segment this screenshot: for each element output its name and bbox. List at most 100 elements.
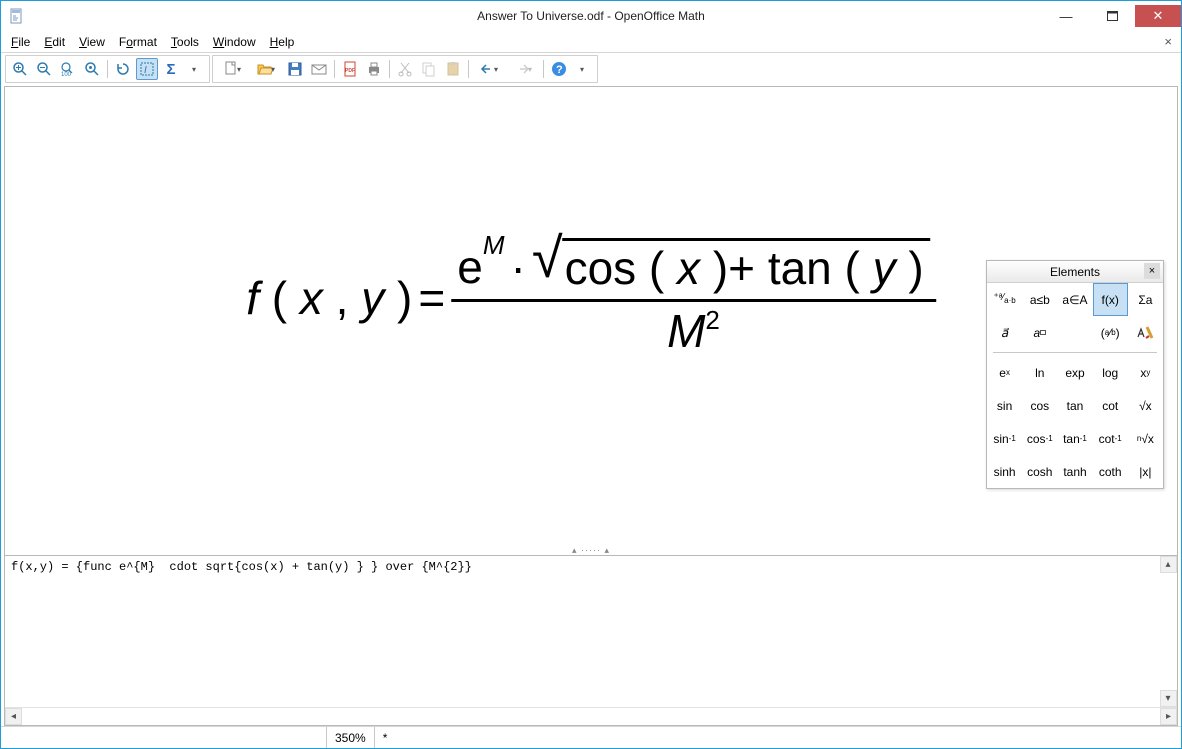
elements-panel[interactable]: Elements × ⁺ᵃ⁄a·b a≤b a∈A f(x) Σa a⃗ a (… bbox=[986, 260, 1164, 489]
zoom-toolbar: 100 I Σ ▾ bbox=[5, 55, 210, 83]
svg-text:100: 100 bbox=[61, 72, 72, 77]
titlebar: Answer To Universe.odf - OpenOffice Math… bbox=[1, 1, 1181, 31]
func-tanh[interactable]: tanh bbox=[1057, 455, 1092, 488]
autorefresh-button[interactable]: I bbox=[136, 58, 158, 80]
sqrt: √ cos ( x )+ tan ( y ) bbox=[532, 238, 930, 297]
func-sinh[interactable]: sinh bbox=[987, 455, 1022, 488]
modified-indicator: * bbox=[374, 727, 396, 748]
save-button[interactable] bbox=[284, 58, 306, 80]
func-sqrt[interactable]: √x bbox=[1128, 389, 1163, 422]
func-power[interactable]: xy bbox=[1128, 356, 1163, 389]
scroll-up-button[interactable]: ▴ bbox=[1160, 556, 1177, 573]
cat-functions[interactable]: f(x) bbox=[1093, 283, 1128, 316]
menu-tools[interactable]: Tools bbox=[164, 33, 206, 51]
cat-set-ops[interactable]: a∈A bbox=[1057, 283, 1092, 316]
func-ln[interactable]: ln bbox=[1022, 356, 1057, 389]
elements-panel-title[interactable]: Elements × bbox=[987, 261, 1163, 283]
help-button[interactable]: ? bbox=[548, 58, 570, 80]
exp-M: M bbox=[483, 230, 505, 261]
separator bbox=[468, 60, 469, 78]
menu-help[interactable]: Help bbox=[263, 33, 302, 51]
zoom-level[interactable]: 350% bbox=[326, 727, 374, 748]
func-acot[interactable]: cot-1 bbox=[1093, 422, 1128, 455]
horizontal-scrollbar[interactable]: ◂ ▸ bbox=[5, 707, 1177, 725]
cdot: · bbox=[511, 240, 526, 294]
zoom-out-button[interactable] bbox=[33, 58, 55, 80]
func-acos[interactable]: cos-1 bbox=[1022, 422, 1057, 455]
zoom-100-button[interactable]: 100 bbox=[57, 58, 79, 80]
menu-file[interactable]: File bbox=[4, 33, 37, 51]
file-toolbar: ▾ ▾ PDF ▾ ▾ ? ▾ bbox=[212, 55, 598, 83]
func-cos[interactable]: cos bbox=[1022, 389, 1057, 422]
denominator: M2 bbox=[661, 302, 726, 360]
separator bbox=[543, 60, 544, 78]
vertical-scrollbar[interactable]: ▴ ▾ bbox=[1159, 556, 1177, 707]
formula-code-input[interactable]: f(x,y) = {func e^{M} cdot sqrt{cos(x) + … bbox=[5, 556, 1177, 707]
code-pane: f(x,y) = {func e^{M} cdot sqrt{cos(x) + … bbox=[5, 555, 1177, 725]
func-exp-e[interactable]: ex bbox=[987, 356, 1022, 389]
window-title: Answer To Universe.odf - OpenOffice Math bbox=[1, 9, 1181, 23]
cat-relations[interactable]: a≤b bbox=[1022, 283, 1057, 316]
elements-close-button[interactable]: × bbox=[1144, 263, 1160, 279]
pane-splitter[interactable]: ▴ ····· ▴ bbox=[5, 545, 1177, 555]
rendered-formula: f ( x , y ) = eM · √ cos ( x )+ tan ( y … bbox=[246, 236, 936, 360]
refresh-button[interactable] bbox=[112, 58, 134, 80]
redo-button[interactable]: ▾ bbox=[507, 58, 539, 80]
cat-others[interactable] bbox=[1128, 316, 1163, 349]
func-abs[interactable]: |x| bbox=[1128, 455, 1163, 488]
help-dropdown[interactable]: ▾ bbox=[572, 58, 594, 80]
new-button[interactable]: ▾ bbox=[216, 58, 248, 80]
menubar: File Edit View Format Tools Window Help … bbox=[1, 31, 1181, 53]
svg-text:PDF: PDF bbox=[345, 68, 355, 74]
separator bbox=[389, 60, 390, 78]
statusbar: 350% * bbox=[1, 726, 1181, 748]
scroll-right-button[interactable]: ▸ bbox=[1160, 708, 1177, 725]
maximize-button[interactable] bbox=[1089, 5, 1135, 27]
elements-button[interactable]: Σ bbox=[160, 58, 182, 80]
mail-button[interactable] bbox=[308, 58, 330, 80]
app-icon bbox=[9, 8, 25, 24]
func-nroot[interactable]: n√x bbox=[1128, 422, 1163, 455]
cat-brackets[interactable]: a bbox=[1022, 316, 1057, 349]
menu-view[interactable]: View bbox=[72, 33, 112, 51]
cut-button[interactable] bbox=[394, 58, 416, 80]
print-button[interactable] bbox=[363, 58, 385, 80]
minimize-button[interactable]: — bbox=[1043, 5, 1089, 27]
copy-button[interactable] bbox=[418, 58, 440, 80]
separator bbox=[334, 60, 335, 78]
func-cosh[interactable]: cosh bbox=[1022, 455, 1057, 488]
scroll-left-button[interactable]: ◂ bbox=[5, 708, 22, 725]
scroll-down-button[interactable]: ▾ bbox=[1160, 690, 1177, 707]
cat-attributes[interactable]: a⃗ bbox=[987, 316, 1022, 349]
func-asin[interactable]: sin-1 bbox=[987, 422, 1022, 455]
cat-formats[interactable]: (a⁄b) bbox=[1093, 316, 1128, 349]
elements-category-grid: ⁺ᵃ⁄a·b a≤b a∈A f(x) Σa a⃗ a (a⁄b) ex ln … bbox=[987, 283, 1163, 488]
cat-unary-binary[interactable]: ⁺ᵃ⁄a·b bbox=[987, 283, 1022, 316]
func-coth[interactable]: coth bbox=[1093, 455, 1128, 488]
func-cot[interactable]: cot bbox=[1093, 389, 1128, 422]
menu-window[interactable]: Window bbox=[206, 33, 263, 51]
func-log[interactable]: log bbox=[1093, 356, 1128, 389]
func-sin[interactable]: sin bbox=[987, 389, 1022, 422]
export-pdf-button[interactable]: PDF bbox=[339, 58, 361, 80]
document-close-button[interactable]: × bbox=[1164, 34, 1172, 49]
func-atan[interactable]: tan-1 bbox=[1057, 422, 1092, 455]
menu-format[interactable]: Format bbox=[112, 33, 164, 51]
svg-text:I: I bbox=[144, 65, 147, 76]
cat-operators[interactable]: Σa bbox=[1128, 283, 1163, 316]
window-controls: — ✕ bbox=[1043, 5, 1181, 27]
formula-args: ( x , y ) bbox=[272, 272, 413, 324]
undo-button[interactable]: ▾ bbox=[473, 58, 505, 80]
func-tan[interactable]: tan bbox=[1057, 389, 1092, 422]
elements-title-text: Elements bbox=[1050, 265, 1100, 279]
zoom-all-button[interactable] bbox=[81, 58, 103, 80]
zoom-in-button[interactable] bbox=[9, 58, 31, 80]
menu-edit[interactable]: Edit bbox=[37, 33, 72, 51]
close-button[interactable]: ✕ bbox=[1135, 5, 1181, 27]
paste-button[interactable] bbox=[442, 58, 464, 80]
open-button[interactable]: ▾ bbox=[250, 58, 282, 80]
fraction: eM · √ cos ( x )+ tan ( y ) M2 bbox=[451, 236, 936, 360]
func-exp[interactable]: exp bbox=[1057, 356, 1092, 389]
catalog-button[interactable]: ▾ bbox=[184, 58, 206, 80]
elements-divider bbox=[993, 352, 1157, 353]
